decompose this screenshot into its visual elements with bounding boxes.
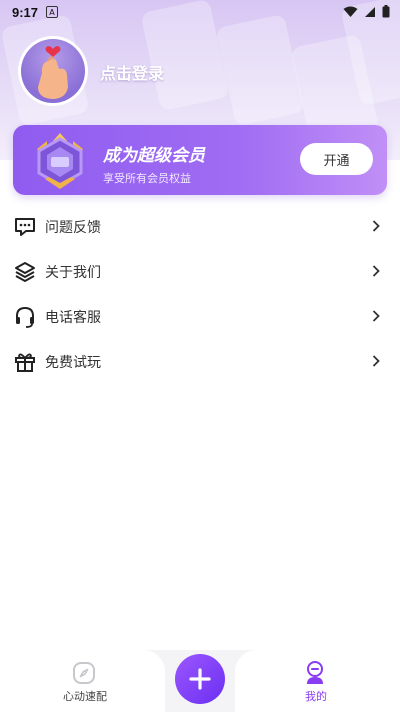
chevron-right-icon	[372, 220, 380, 232]
layers-icon	[15, 262, 35, 282]
finger-heart-hand-icon	[38, 46, 68, 99]
menu-item-label: 免费试玩	[45, 354, 101, 371]
chevron-right-icon	[372, 355, 380, 367]
chevron-right-icon	[372, 265, 380, 277]
status-bar: 9:17 A	[0, 0, 400, 24]
avatar[interactable]	[18, 36, 88, 106]
create-post-button[interactable]	[175, 654, 225, 704]
feedback-icon	[15, 218, 35, 236]
menu-item-label: 电话客服	[45, 309, 101, 326]
menu-item-free-trial[interactable]: 免费试玩	[0, 339, 400, 384]
menu-item-phone-support[interactable]: 电话客服	[0, 294, 400, 339]
bottom-tab-bar: 心动速配 我的	[0, 650, 400, 712]
cellular-signal-icon	[365, 6, 375, 17]
vip-subtitle: 享受所有会员权益	[103, 172, 191, 185]
menu-item-label: 关于我们	[45, 264, 101, 281]
notification-app-icon: A	[46, 6, 59, 18]
plus-icon	[189, 668, 211, 690]
wifi-icon	[343, 6, 358, 17]
background-photo-tile	[215, 13, 305, 127]
battery-icon	[382, 5, 390, 18]
vip-activate-button[interactable]: 开通	[300, 143, 373, 175]
status-indicators	[343, 5, 390, 18]
avatar-image	[21, 39, 85, 103]
menu-item-feedback[interactable]: 问题反馈	[0, 204, 400, 249]
vip-membership-card[interactable]: 成为超级会员 享受所有会员权益 开通	[13, 125, 387, 195]
tab-label: 我的	[305, 690, 327, 703]
tab-label: 心动速配	[63, 690, 107, 703]
tab-heart-match[interactable]: 心动速配	[0, 650, 165, 712]
vip-title: 成为超级会员	[103, 146, 205, 166]
vip-badge-icon	[37, 133, 83, 189]
gift-icon	[15, 353, 35, 372]
headset-icon	[16, 306, 34, 328]
chevron-right-icon	[372, 310, 380, 322]
settings-menu: 问题反馈 关于我们 电话客服 免费试玩	[0, 204, 400, 384]
compass-icon	[73, 662, 95, 684]
tab-mine[interactable]: 我的	[235, 650, 400, 712]
profile-person-icon	[307, 661, 323, 684]
menu-item-about-us[interactable]: 关于我们	[0, 249, 400, 294]
menu-item-label: 问题反馈	[45, 219, 101, 236]
status-time: 9:17	[12, 4, 39, 20]
login-prompt[interactable]: 点击登录	[100, 60, 164, 84]
